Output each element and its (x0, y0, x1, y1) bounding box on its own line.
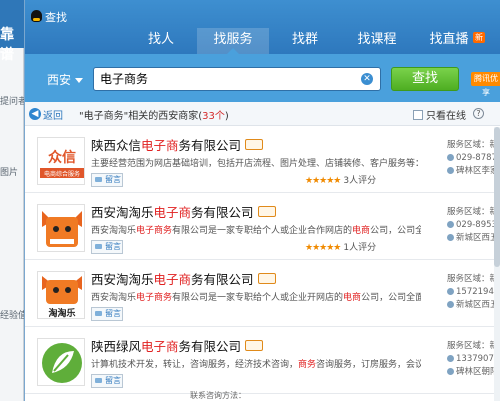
find-window: 查找 找人 找服务 找群 找课程 找直播新 西安 电子商务 ✕ 查找 腾讯优享 … (24, 0, 500, 401)
company-logo (37, 204, 85, 252)
scrollbar-thumb[interactable] (494, 127, 500, 267)
list-item[interactable]: 众信 电商综合服务 陕西众信电子商务有限公司 主要经营范围为网店基础培训，包括开… (25, 127, 499, 193)
rating-stars: ★★★★★ (305, 243, 341, 253)
phone-icon (447, 154, 454, 161)
location-icon (447, 234, 454, 241)
chevron-down-icon (75, 78, 84, 83)
phone-icon (447, 221, 454, 228)
result-header: ◀ 返回 "电子商务"相关的西安商家(33个) 只看在线 ? (25, 102, 500, 126)
rating: ★★★★★ 3人评分 (305, 173, 376, 186)
list-item[interactable]: 西安淘淘乐电子商务有限公司 西安淘淘乐电子商务有限公司是一家专职给个人或企业合作… (25, 194, 499, 260)
search-button[interactable]: 查找 (391, 67, 459, 91)
back-arrow-icon[interactable]: ◀ (29, 108, 41, 120)
result-list: 众信 电商综合服务 陕西众信电子商务有限公司 主要经营范围为网店基础培训，包括开… (25, 127, 500, 401)
location-icon (447, 167, 454, 174)
search-bar: 西安 电子商务 ✕ 查找 腾讯优享 (25, 54, 500, 102)
phone-icon (447, 355, 454, 362)
rating: ★★★★★ 1人评分 (305, 240, 376, 253)
back-link[interactable]: 返回 (43, 107, 63, 122)
svg-text:淘淘乐: 淘淘乐 (48, 307, 75, 319)
location-icon (447, 368, 454, 375)
chat-icon[interactable] (257, 206, 276, 217)
chat-icon[interactable] (245, 139, 264, 150)
company-name[interactable]: 西安淘淘乐电子商务有限公司 (91, 269, 276, 288)
leave-message-button[interactable]: 留言 (91, 240, 123, 254)
scrollbar[interactable] (494, 127, 500, 401)
result-summary: "电子商务"相关的西安商家(33个) (79, 111, 229, 122)
background-text-2: 图片 (0, 168, 19, 178)
new-badge: 新 (473, 32, 485, 43)
tab-find-people[interactable]: 找人 (125, 28, 197, 54)
clear-input-icon[interactable]: ✕ (361, 73, 373, 85)
search-input[interactable]: 电子商务 (93, 67, 381, 91)
online-only-checkbox[interactable] (413, 110, 423, 120)
title-bar[interactable]: 查找 找人 找服务 找群 找课程 找直播新 (25, 0, 500, 54)
company-logo: 淘淘乐 (37, 271, 85, 319)
company-name[interactable]: 陕西绿风电子商务有限公司 (91, 336, 264, 355)
list-item[interactable]: 淘淘乐 西安淘淘乐电子商务有限公司 西安淘淘乐电子商务有限公司是一家专职给个人或… (25, 261, 499, 327)
service-info: 服务区域：新 1572194 新城区西五 (447, 274, 499, 310)
background-text-3: 经验值 (0, 311, 28, 321)
online-only-filter[interactable]: 只看在线 (413, 107, 466, 122)
phone-icon (447, 288, 454, 295)
leave-message-button[interactable]: 留言 (91, 374, 123, 388)
background-window-header: 靠谱 (0, 0, 24, 63)
chat-icon[interactable] (257, 273, 276, 284)
tab-find-group[interactable]: 找群 (269, 28, 341, 54)
window-title: 查找 (45, 11, 67, 24)
company-name[interactable]: 西安淘淘乐电子商务有限公司 (91, 202, 276, 221)
result-count: 33个 (202, 111, 225, 122)
tab-find-course[interactable]: 找课程 (341, 28, 413, 54)
tab-bar: 找人 找服务 找群 找课程 找直播新 (125, 28, 485, 54)
company-description: 西安淘淘乐电子商务有限公司是一家专职给个人或企业合作网店的电商公司，公司全面整合… (91, 226, 421, 236)
service-info: 服务区域：新 029-8953 新城区西五 (447, 207, 499, 243)
promo-badge[interactable]: 腾讯优享 (471, 72, 500, 97)
background-footer-text: 联系咨询方法： (190, 391, 246, 400)
help-icon[interactable]: ? (473, 108, 484, 119)
background-window: 靠谱 提问者 图片 经验值 (0, 0, 28, 401)
svg-text:众信: 众信 (48, 149, 76, 166)
location-icon (447, 301, 454, 308)
chat-icon[interactable] (245, 340, 264, 351)
qq-penguin-icon (31, 10, 42, 22)
service-info: 服务区域：新 029-8787 碑林区李家 (447, 140, 499, 176)
review-count: 1人评分 (343, 243, 377, 253)
service-info: 服务区域：新 1337907 碑林区朝阳 (447, 341, 499, 377)
company-logo: 众信 电商综合服务 (37, 137, 85, 185)
review-count: 3人评分 (343, 176, 377, 186)
background-window-title: 靠谱 (0, 27, 14, 63)
city-selector[interactable]: 西安 (47, 71, 84, 88)
svg-text:电商综合服务: 电商综合服务 (44, 170, 80, 178)
company-description: 主要经营范围为网店基础培训，包括开店流程、图片处理、店铺装修、客户服务等：网店教… (91, 159, 421, 169)
list-item[interactable]: 陕西绿风电子商务有限公司 计算机技术开发，转让，咨询服务，经济技术咨询，商务咨询… (25, 328, 499, 394)
zhongxin-logo-icon: 众信 电商综合服务 (38, 138, 84, 184)
company-description: 计算机技术开发，转让，咨询服务，经济技术咨询，商务咨询服务，订房服务，会议服务.… (91, 360, 421, 370)
company-description: 西安淘淘乐电子商务有限公司是一家专职给个人或企业开网店的电商公司，公司全面整合厂… (91, 293, 421, 303)
leaf-logo-icon (38, 339, 84, 385)
rating-stars: ★★★★★ (305, 176, 341, 186)
background-text-1: 提问者 (0, 97, 28, 107)
tab-find-service[interactable]: 找服务 (197, 28, 269, 54)
tab-find-live[interactable]: 找直播新 (413, 28, 485, 54)
screen: 靠谱 提问者 图片 经验值 查找 找人 找服务 找群 找课程 找直播新 西安 电… (0, 0, 500, 401)
company-logo (37, 338, 85, 386)
company-name[interactable]: 陕西众信电子商务有限公司 (91, 135, 264, 154)
fox-logo-icon (38, 205, 84, 251)
taotaole-logo-icon: 淘淘乐 (38, 272, 84, 319)
leave-message-button[interactable]: 留言 (91, 173, 123, 187)
leave-message-button[interactable]: 留言 (91, 307, 123, 321)
